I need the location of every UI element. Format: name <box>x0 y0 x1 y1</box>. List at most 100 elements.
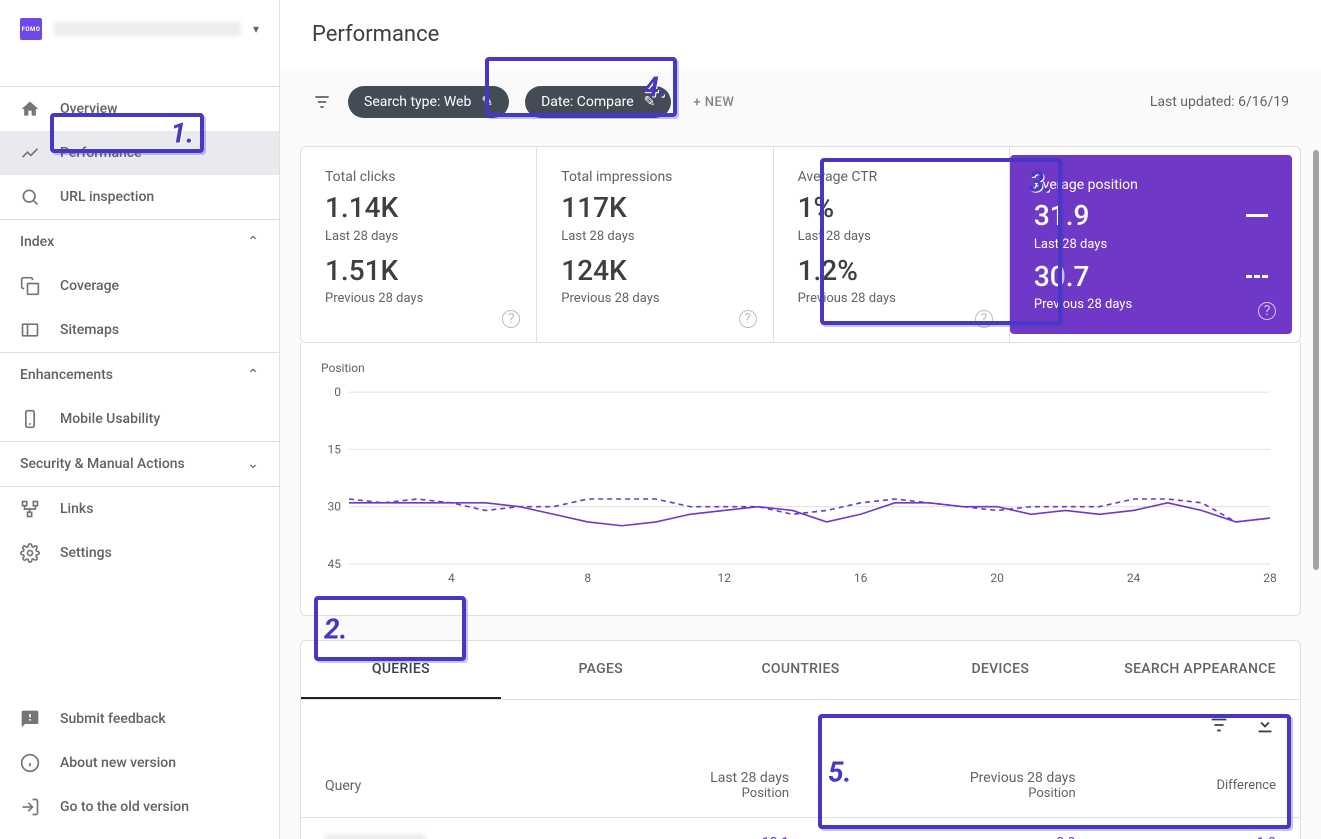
card-period-previous: Previous 28 days <box>325 291 512 306</box>
sidebar-item-label: Performance <box>60 145 142 161</box>
legend-solid-icon <box>1246 214 1268 217</box>
card-value-current: 117K <box>561 191 748 225</box>
table-tools <box>301 700 1300 754</box>
help-icon[interactable]: ? <box>739 310 757 328</box>
card-label: Total impressions <box>561 169 748 185</box>
tab-pages[interactable]: PAGES <box>501 641 701 699</box>
sidebar-item-about[interactable]: About new version <box>0 741 279 785</box>
svg-text:30: 30 <box>328 500 342 514</box>
last-updated-text: Last updated: 6/16/19 <box>1150 94 1289 110</box>
table-header-difference[interactable]: Difference <box>1100 754 1300 818</box>
tab-search-appearance[interactable]: SEARCH APPEARANCE <box>1100 641 1300 699</box>
gear-icon <box>20 543 42 563</box>
sidebar-item-overview[interactable]: Overview <box>0 87 279 131</box>
card-value-previous: 30.7 <box>1034 260 1090 294</box>
help-icon[interactable]: ? <box>975 310 993 328</box>
pencil-icon: ✎ <box>644 94 656 110</box>
view-icon <box>20 320 42 340</box>
sidebar-item-label: Mobile Usability <box>60 411 160 427</box>
sidebar-header-security[interactable]: Security & Manual Actions ⌄ <box>0 442 279 486</box>
card-total-impressions[interactable]: Total impressions 117K Last 28 days 124K… <box>537 147 773 342</box>
sidebar-item-label: Submit feedback <box>60 711 166 727</box>
card-period-current: Last 28 days <box>561 229 748 244</box>
info-icon <box>20 753 42 773</box>
main-content: Performance Search type: Web ✎ Date: Com… <box>280 0 1321 839</box>
chip-label: Date: Compare <box>541 94 634 110</box>
card-value-previous: 1.2% <box>798 254 985 288</box>
filter-bar: Search type: Web ✎ Date: Compare ✎ + NEW… <box>280 70 1321 146</box>
card-average-ctr[interactable]: Average CTR 1% Last 28 days 1.2% Previou… <box>774 147 1010 342</box>
cell-difference: 1.3 <box>1100 818 1300 839</box>
card-period-current: Last 28 days <box>1034 237 1268 252</box>
sidebar-header-label: Enhancements <box>20 367 113 383</box>
page-title: Performance <box>312 22 439 47</box>
pencil-icon: ✎ <box>481 94 493 110</box>
tab-countries[interactable]: COUNTRIES <box>701 641 901 699</box>
sidebar-item-coverage[interactable]: Coverage <box>0 264 279 308</box>
chevron-down-icon: ▾ <box>253 22 259 36</box>
download-icon[interactable] <box>1254 714 1276 740</box>
svg-text:16: 16 <box>854 571 868 585</box>
tab-queries[interactable]: QUERIES <box>301 641 501 699</box>
chip-search-type[interactable]: Search type: Web ✎ <box>348 86 509 118</box>
table-header-prev28-position[interactable]: Previous 28 days Position <box>813 754 1100 818</box>
cell-last28-position: 10.1 <box>577 818 813 839</box>
card-value-current: 31.9 <box>1034 199 1090 233</box>
svg-text:20: 20 <box>990 571 1004 585</box>
site-selector[interactable]: FOMO ▾ <box>0 0 279 87</box>
help-icon[interactable]: ? <box>502 310 520 328</box>
filter-icon[interactable] <box>312 92 332 112</box>
card-average-position[interactable]: Average position 31.9 Last 28 days 30.7 … <box>1010 155 1292 334</box>
table-row[interactable]: 10.1 8.9 1.3 <box>301 818 1300 839</box>
sidebar-item-settings[interactable]: Settings <box>0 531 279 575</box>
site-avatar: FOMO <box>20 18 42 40</box>
metrics-cards: Total clicks 1.14K Last 28 days 1.51K Pr… <box>300 146 1301 343</box>
sidebar-header-enhancements[interactable]: Enhancements ⌃ <box>0 353 279 397</box>
legend-dash-icon <box>1246 275 1268 278</box>
chart-y-axis-title: Position <box>321 361 1280 375</box>
site-name-blurred <box>54 22 241 36</box>
links-icon <box>20 499 42 519</box>
card-label: Average CTR <box>798 169 985 185</box>
sidebar-item-mobile-usability[interactable]: Mobile Usability <box>0 397 279 441</box>
card-period-previous: Previous 28 days <box>798 291 985 306</box>
card-value-previous: 1.51K <box>325 254 512 288</box>
table-header-last28-position[interactable]: Last 28 days Position <box>577 754 813 818</box>
table-filter-icon[interactable] <box>1208 714 1230 740</box>
chevron-up-icon: ⌃ <box>247 367 259 383</box>
sidebar-item-feedback[interactable]: Submit feedback <box>0 697 279 741</box>
trend-icon <box>20 143 42 163</box>
sidebar-header-index[interactable]: Index ⌃ <box>0 220 279 264</box>
sidebar-item-performance[interactable]: Performance <box>0 131 279 175</box>
feedback-icon <box>20 709 42 729</box>
svg-text:45: 45 <box>328 557 342 571</box>
chevron-up-icon: ⌃ <box>247 234 259 250</box>
svg-text:0: 0 <box>334 385 341 399</box>
sidebar-item-label: Overview <box>60 101 117 117</box>
tab-devices[interactable]: DEVICES <box>900 641 1100 699</box>
sidebar: FOMO ▾ Overview Performance UR <box>0 0 280 839</box>
svg-text:12: 12 <box>717 571 731 585</box>
sidebar-header-label: Index <box>20 234 54 250</box>
card-total-clicks[interactable]: Total clicks 1.14K Last 28 days 1.51K Pr… <box>301 147 537 342</box>
svg-text:8: 8 <box>584 571 591 585</box>
dimension-tabs-card: QUERIES PAGES COUNTRIES DEVICES SEARCH A… <box>300 640 1301 839</box>
sidebar-item-label: URL inspection <box>60 189 154 205</box>
sidebar-item-links[interactable]: Links <box>0 487 279 531</box>
mobile-icon <box>20 409 42 429</box>
new-filter-button[interactable]: + NEW <box>693 95 734 110</box>
main-scrollbar[interactable] <box>1313 150 1319 570</box>
table-header-query[interactable]: Query <box>301 754 577 818</box>
card-label: Average position <box>1034 177 1268 193</box>
exit-icon <box>20 797 42 817</box>
svg-text:24: 24 <box>1127 571 1141 585</box>
sidebar-item-old-version[interactable]: Go to the old version <box>0 785 279 829</box>
cell-prev28-position: 8.9 <box>813 818 1100 839</box>
help-icon[interactable]: ? <box>1258 302 1276 320</box>
chip-date-compare[interactable]: Date: Compare ✎ <box>525 86 671 118</box>
svg-text:28: 28 <box>1263 571 1277 585</box>
card-period-current: Last 28 days <box>325 229 512 244</box>
sidebar-item-url-inspection[interactable]: URL inspection <box>0 175 279 219</box>
cell-query <box>301 818 577 839</box>
sidebar-item-sitemaps[interactable]: Sitemaps <box>0 308 279 352</box>
